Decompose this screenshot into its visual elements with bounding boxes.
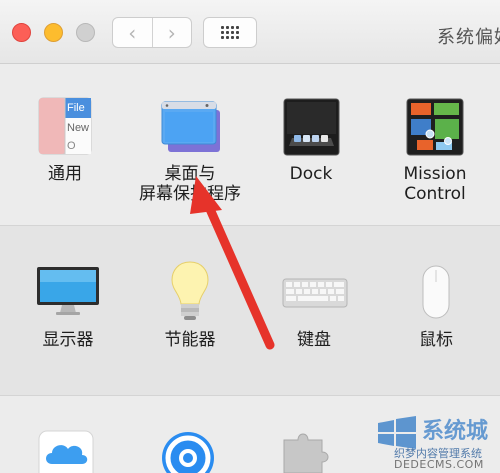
internet-accounts-icon	[162, 432, 214, 473]
pref-label-mouse: 鼠标	[419, 330, 453, 350]
desktop-screensaver-icon	[161, 101, 220, 152]
dock-icon	[283, 98, 340, 156]
toolbar: ‹ › 系统偏好	[0, 0, 500, 64]
pref-label-displays: 显示器	[42, 330, 94, 350]
icloud-icon	[38, 430, 94, 473]
pref-label-energy-saver: 节能器	[164, 330, 216, 350]
minimize-window-button[interactable]	[44, 23, 63, 42]
energy-saver-icon	[171, 261, 209, 320]
chevron-right-icon: ›	[167, 20, 176, 45]
pref-label-general: 通用	[48, 164, 82, 184]
general-icon: File New O	[38, 97, 92, 155]
pref-item-extensions[interactable]	[278, 430, 334, 473]
watermark-brand: 系统城	[422, 419, 489, 444]
pref-item-internet-accounts[interactable]	[160, 430, 216, 473]
svg-text:New: New	[67, 122, 89, 134]
pref-label-dock: Dock	[289, 164, 333, 184]
grid-icon	[221, 26, 239, 39]
show-all-button[interactable]	[203, 17, 257, 48]
svg-text:File: File	[67, 102, 85, 114]
pref-label-mission-line2: Control	[404, 184, 466, 204]
system-preferences-window: ‹ › 系统偏好 File New	[0, 0, 500, 473]
pref-label-desktop-line1: 桌面与	[164, 164, 216, 184]
pref-item-energy-saver[interactable]: 节能器	[150, 226, 230, 394]
pref-item-mission-control[interactable]: Mission Control	[390, 64, 480, 224]
pref-item-desktop-screensaver[interactable]: 桌面与 屏幕保护程序	[130, 64, 250, 224]
mission-control-icon	[406, 98, 464, 156]
mouse-icon	[422, 265, 450, 319]
close-window-button[interactable]	[12, 23, 31, 42]
pref-item-general[interactable]: File New O 通用	[30, 64, 100, 224]
pref-item-keyboard[interactable]: 键盘	[276, 226, 352, 394]
preferences-row-hardware: 显示器 节能器 键盘 鼠标	[0, 226, 500, 396]
keyboard-icon	[282, 278, 348, 308]
pref-label-mission-line1: Mission	[403, 164, 467, 184]
pref-label-desktop-line2: 屏幕保护程序	[139, 184, 241, 204]
extensions-icon	[283, 433, 329, 473]
back-button[interactable]: ‹	[113, 18, 152, 47]
chevron-left-icon: ‹	[128, 20, 137, 45]
pref-label-keyboard: 键盘	[297, 330, 331, 350]
window-title: 系统偏好	[437, 27, 500, 48]
pref-item-displays[interactable]: 显示器	[30, 226, 106, 394]
windows-logo-icon	[378, 416, 416, 449]
watermark: 系统城 织梦内容管理系统 DEDECMS.COM	[374, 411, 500, 473]
preferences-row-personal: File New O 通用 桌面与 屏幕保护程序 Dock Mission Co…	[0, 64, 500, 226]
navigation-buttons: ‹ ›	[112, 17, 192, 48]
pref-item-mouse[interactable]: 鼠标	[408, 226, 464, 394]
pref-item-dock[interactable]: Dock	[276, 64, 346, 224]
forward-button[interactable]: ›	[151, 18, 192, 47]
pref-item-icloud[interactable]	[38, 430, 94, 473]
zoom-window-button[interactable]	[76, 23, 95, 42]
displays-icon	[37, 267, 99, 315]
watermark-url: DEDECMS.COM	[394, 458, 484, 471]
svg-text:O: O	[67, 140, 76, 152]
